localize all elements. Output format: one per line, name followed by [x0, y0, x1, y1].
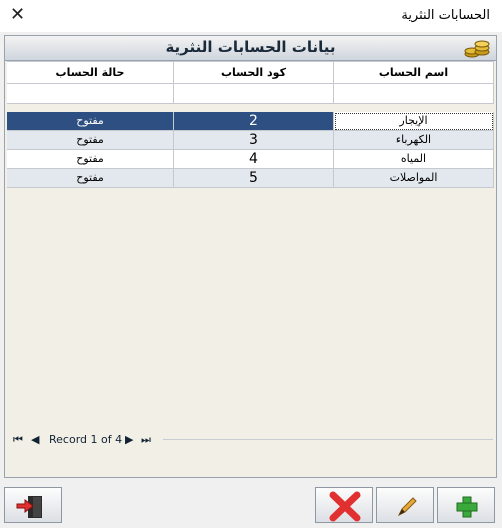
status-bar [4, 478, 497, 486]
code-cell[interactable]: 5 [174, 169, 334, 188]
exit-button[interactable] [4, 487, 62, 523]
delete-button[interactable] [315, 487, 373, 523]
title-bar: ✕ الحسابات النثرية [0, 0, 502, 32]
accounts-panel: بيانات الحسابات النثرية حالة الحساب كود … [4, 35, 497, 478]
exit-icon [16, 496, 42, 518]
accounts-grid: حالة الحساب كود الحساب اسم الحساب مفتوح … [7, 61, 494, 188]
table-row[interactable]: مفتوح 2 الإيجار [7, 112, 494, 131]
add-icon [456, 496, 478, 518]
name-cell[interactable]: المواصلات [334, 169, 494, 188]
previous-record-button[interactable]: ◀ [31, 433, 39, 446]
record-counter: Record 1 of 4 [49, 433, 123, 446]
filter-code-cell[interactable] [174, 84, 334, 104]
code-cell[interactable]: 4 [174, 150, 334, 169]
delete-icon [329, 491, 361, 522]
status-cell[interactable]: مفتوح [7, 169, 174, 188]
horizontal-scrollbar[interactable] [163, 439, 493, 440]
table-row[interactable]: مفتوح 3 الكهرباء [7, 131, 494, 150]
column-header-code[interactable]: كود الحساب [174, 62, 334, 84]
status-cell[interactable]: مفتوح [7, 131, 174, 150]
next-record-button[interactable]: ▶ [125, 433, 133, 446]
edit-icon [397, 497, 417, 517]
form-header: بيانات الحسابات النثرية [5, 36, 496, 61]
record-navigator: ⏮ ◀ Record 1 of 4 ▶ ⏭ [7, 431, 494, 449]
code-cell[interactable]: 2 [174, 112, 334, 131]
first-record-button[interactable]: ⏮ [13, 433, 23, 447]
form-title: بيانات الحسابات النثرية [165, 38, 336, 56]
filter-status-cell[interactable] [7, 84, 174, 104]
status-cell[interactable]: مفتوح [7, 150, 174, 169]
name-cell[interactable]: المياه [334, 150, 494, 169]
column-header-name[interactable]: اسم الحساب [334, 62, 494, 84]
filter-row [7, 84, 494, 104]
window-title: الحسابات النثرية [401, 8, 490, 23]
edit-button[interactable] [376, 487, 434, 523]
code-cell[interactable]: 3 [174, 131, 334, 150]
table-row[interactable]: مفتوح 4 المياه [7, 150, 494, 169]
status-cell[interactable]: مفتوح [7, 112, 174, 131]
last-record-button[interactable]: ⏭ [141, 433, 151, 447]
coins-icon [464, 40, 490, 58]
add-button[interactable] [437, 487, 495, 523]
name-cell[interactable]: الإيجار [334, 112, 494, 131]
close-icon[interactable]: ✕ [10, 4, 25, 25]
filter-name-cell[interactable] [334, 84, 494, 104]
grid-header-row: حالة الحساب كود الحساب اسم الحساب [7, 61, 494, 84]
name-cell[interactable]: الكهرباء [334, 131, 494, 150]
table-row[interactable]: مفتوح 5 المواصلات [7, 169, 494, 188]
column-header-status[interactable]: حالة الحساب [7, 62, 174, 84]
